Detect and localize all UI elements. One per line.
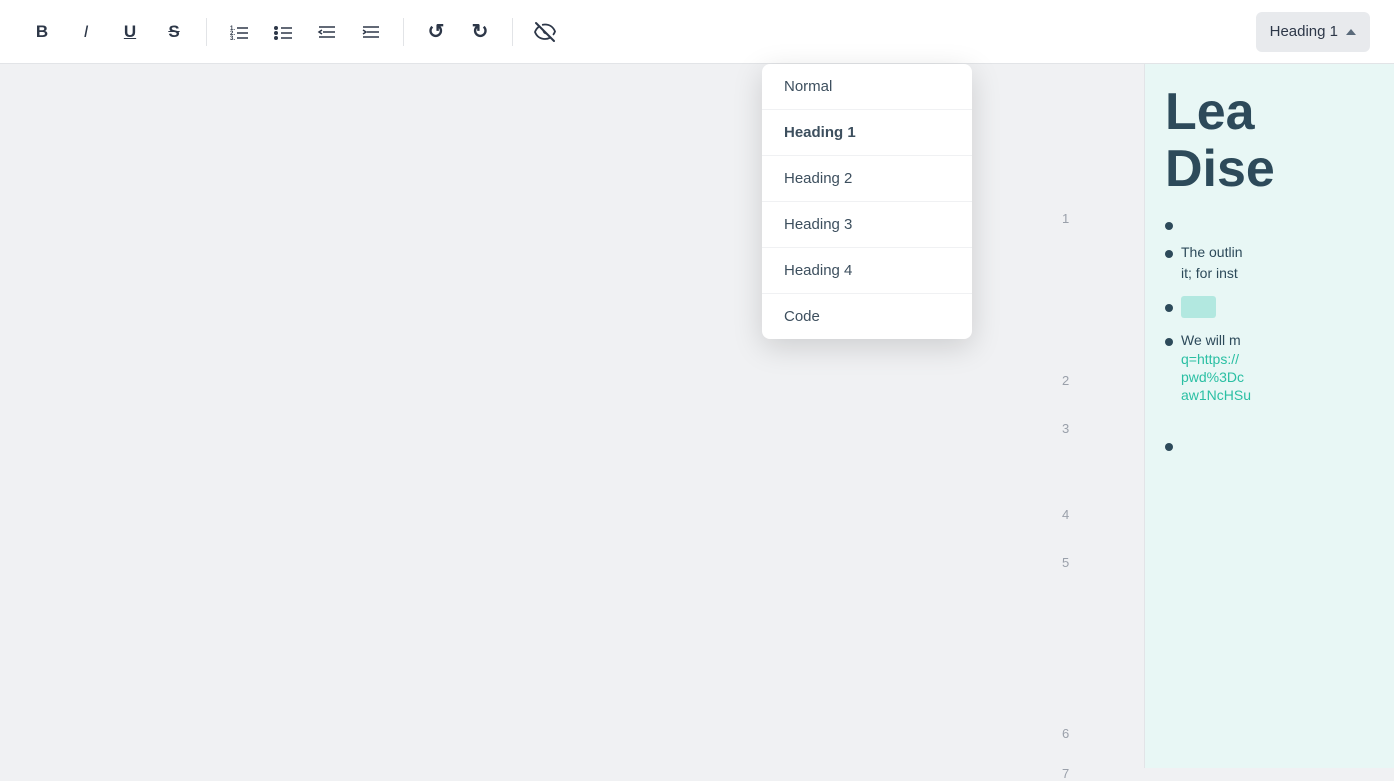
dropdown-item-heading4-label: Heading 4 [784, 262, 852, 279]
dropdown-item-normal-label: Normal [784, 78, 832, 95]
main-area: 1 2 3 4 5 6 7 LeaDise The outlinit; for … [0, 64, 1394, 768]
bullet-link-4[interactable]: q=https://pwd%3Dcaw1NcHSu [1181, 351, 1251, 403]
dropdown-item-heading1[interactable]: Heading 1 [762, 110, 972, 156]
line-num-4: 4 [1062, 508, 1069, 521]
bullet-text-4: We will m q=https://pwd%3Dcaw1NcHSu [1181, 330, 1251, 405]
dropdown-item-heading1-label: Heading 1 [784, 124, 856, 141]
bullet-dot-5 [1165, 443, 1173, 451]
indent-icon [361, 22, 381, 42]
bold-icon: B [36, 22, 48, 42]
preview-bullet-3 [1165, 296, 1374, 318]
dropdown-item-normal[interactable]: Normal [762, 64, 972, 110]
divider-3 [512, 18, 513, 46]
divider-2 [403, 18, 404, 46]
ordered-list-icon: 1. 2. 3. [229, 22, 249, 42]
editor-area[interactable]: 1 2 3 4 5 6 7 [0, 64, 1144, 768]
dropdown-item-heading4[interactable]: Heading 4 [762, 248, 972, 294]
line-num-7: 7 [1062, 767, 1069, 780]
preview-bullet-1 [1165, 214, 1374, 230]
eye-hidden-icon [533, 20, 557, 44]
divider-1 [206, 18, 207, 46]
underline-button[interactable]: U [112, 14, 148, 50]
line-num-6: 6 [1062, 727, 1069, 740]
ordered-list-button[interactable]: 1. 2. 3. [221, 14, 257, 50]
italic-icon: I [84, 22, 89, 42]
line-num-5: 5 [1062, 556, 1069, 569]
style-dropdown-menu: Normal Heading 1 Heading 2 Heading 3 Hea… [762, 64, 972, 339]
bullet-dot-3 [1165, 304, 1173, 312]
preview-heading-text: LeaDise [1165, 84, 1374, 198]
undo-icon: ↺ [428, 19, 445, 44]
underline-icon: U [124, 22, 136, 42]
visibility-button[interactable] [527, 14, 563, 50]
dropdown-item-heading3-label: Heading 3 [784, 216, 852, 233]
bullet-dot-1 [1165, 222, 1173, 230]
preview-bullet-4: We will m q=https://pwd%3Dcaw1NcHSu [1165, 330, 1374, 405]
bold-button[interactable]: B [24, 14, 60, 50]
chevron-up-icon [1346, 29, 1356, 35]
unordered-list-button[interactable] [265, 14, 301, 50]
undo-button[interactable]: ↺ [418, 14, 454, 50]
line-numbers-column: 1 2 3 4 5 6 7 [1062, 64, 1092, 768]
preview-panel: LeaDise The outlinit; for inst [1144, 64, 1394, 768]
svg-text:3.: 3. [230, 36, 235, 42]
indent-button[interactable] [353, 14, 389, 50]
dropdown-item-heading2[interactable]: Heading 2 [762, 156, 972, 202]
dropdown-item-code[interactable]: Code [762, 294, 972, 339]
dropdown-item-heading2-label: Heading 2 [784, 170, 852, 187]
toolbar: B I U S 1. 2. 3. [0, 0, 1394, 64]
italic-button[interactable]: I [68, 14, 104, 50]
preview-heading-block: LeaDise [1165, 84, 1374, 198]
dropdown-item-heading3[interactable]: Heading 3 [762, 202, 972, 248]
preview-bullet-2: The outlinit; for inst [1165, 242, 1374, 284]
style-dropdown-button[interactable]: Heading 1 [1256, 12, 1370, 52]
preview-content: LeaDise The outlinit; for inst [1145, 64, 1394, 768]
line-num-1: 1 [1062, 212, 1069, 225]
bullet-text-4-main: We will m [1181, 332, 1241, 348]
bullet-highlight-3 [1181, 296, 1216, 318]
outdent-button[interactable] [309, 14, 345, 50]
redo-icon: ↻ [472, 19, 489, 44]
unordered-list-icon [273, 22, 293, 42]
strikethrough-icon: S [168, 22, 179, 42]
dropdown-item-code-label: Code [784, 308, 820, 325]
bullet-dot-2 [1165, 250, 1173, 258]
style-dropdown-label: Heading 1 [1270, 23, 1338, 40]
bullet-text-2: The outlinit; for inst [1181, 242, 1242, 284]
redo-button[interactable]: ↻ [462, 14, 498, 50]
line-num-3: 3 [1062, 422, 1069, 435]
strikethrough-button[interactable]: S [156, 14, 192, 50]
line-num-2: 2 [1062, 374, 1069, 387]
outdent-icon [317, 22, 337, 42]
bullet-dot-4 [1165, 338, 1173, 346]
preview-bullet-5 [1165, 435, 1374, 451]
